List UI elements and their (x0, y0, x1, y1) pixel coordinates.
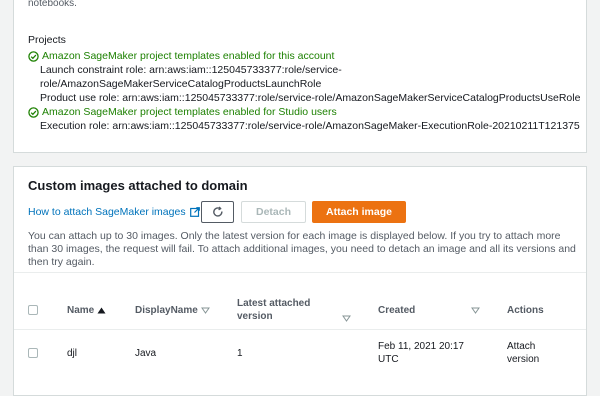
account-templates-label: Amazon SageMaker project templates enabl… (42, 50, 335, 62)
sort-caret-icon (342, 315, 351, 322)
detach-button[interactable]: Detach (241, 201, 306, 223)
image-name-link[interactable]: djl (67, 347, 77, 360)
table-top-divider (14, 272, 586, 273)
howto-attach-label: How to attach SageMaker images (28, 206, 186, 218)
launch-role-line2: role/AmazonSageMakerServiceCatalogProduc… (40, 78, 322, 90)
execution-role: Execution role: arn:aws:iam::12504573337… (28, 120, 580, 133)
launch-constraint-role-cont: role/AmazonSageMakerServiceCatalogProduc… (28, 78, 321, 91)
refresh-button[interactable] (201, 201, 234, 223)
studio-templates-label: Amazon SageMaker project templates enabl… (42, 106, 337, 118)
column-created-label: Created (378, 305, 416, 316)
column-latest-label-line1: Latest attached (237, 298, 311, 309)
launch-role-line1: Launch constraint role: arn:aws:iam::125… (40, 64, 342, 76)
account-templates-status: Amazon SageMaker project templates enabl… (28, 50, 334, 63)
product-use-role: Product use role: arn:aws:iam::125045733… (28, 92, 580, 105)
column-displayname-label: DisplayName (135, 305, 198, 316)
image-display-name: Java (135, 348, 157, 359)
attach-version-line2: version (507, 354, 540, 365)
check-circle-icon (28, 51, 39, 62)
column-header-latest-version[interactable]: Latest attached version (237, 297, 310, 323)
custom-images-title: Custom images attached to domain (28, 178, 248, 193)
column-name-label: Name (67, 305, 95, 316)
check-circle-icon (28, 107, 39, 118)
column-header-actions: Actions (507, 304, 544, 317)
attach-version-line1: Attach (507, 341, 536, 352)
column-header-name[interactable]: Name (67, 304, 106, 317)
product-use-role-text: Product use role: arn:aws:iam::125045733… (40, 92, 581, 104)
row-checkbox[interactable] (28, 348, 38, 358)
created-line1: Feb 11, 2021 20:17 (378, 341, 464, 352)
domain-details-panel: notebooks. Projects Amazon SageMaker pro… (13, 0, 587, 153)
table-header-divider (14, 329, 586, 330)
image-created: Feb 11, 2021 20:17 UTC (378, 340, 464, 366)
notebooks-note: notebooks. (28, 0, 77, 9)
sort-caret-icon (471, 307, 480, 314)
column-actions-label: Actions (507, 305, 544, 316)
sort-caret-icon (200, 307, 210, 314)
external-link-icon (189, 207, 200, 217)
image-version: 1 (237, 348, 243, 359)
refresh-icon (212, 206, 222, 217)
execution-role-text: Execution role: arn:aws:iam::12504573337… (40, 120, 580, 132)
attach-image-button[interactable]: Attach image (312, 201, 406, 223)
sort-ascending-icon (97, 307, 106, 314)
attach-version-link[interactable]: Attach version (507, 340, 539, 366)
created-line2: UTC (378, 354, 399, 365)
howto-attach-link[interactable]: How to attach SageMaker images (28, 206, 200, 218)
column-latest-label-line2: version (237, 311, 273, 322)
projects-heading: Projects (28, 34, 66, 46)
studio-templates-status: Amazon SageMaker project templates enabl… (28, 106, 337, 119)
column-header-created[interactable]: Created (378, 304, 415, 317)
launch-constraint-role: Launch constraint role: arn:aws:iam::125… (28, 64, 342, 77)
column-header-displayname[interactable]: DisplayName (135, 304, 210, 317)
custom-images-panel: Custom images attached to domain How to … (13, 166, 587, 396)
attach-limit-description: You can attach up to 30 images. Only the… (28, 230, 576, 268)
select-all-checkbox[interactable] (28, 305, 38, 315)
